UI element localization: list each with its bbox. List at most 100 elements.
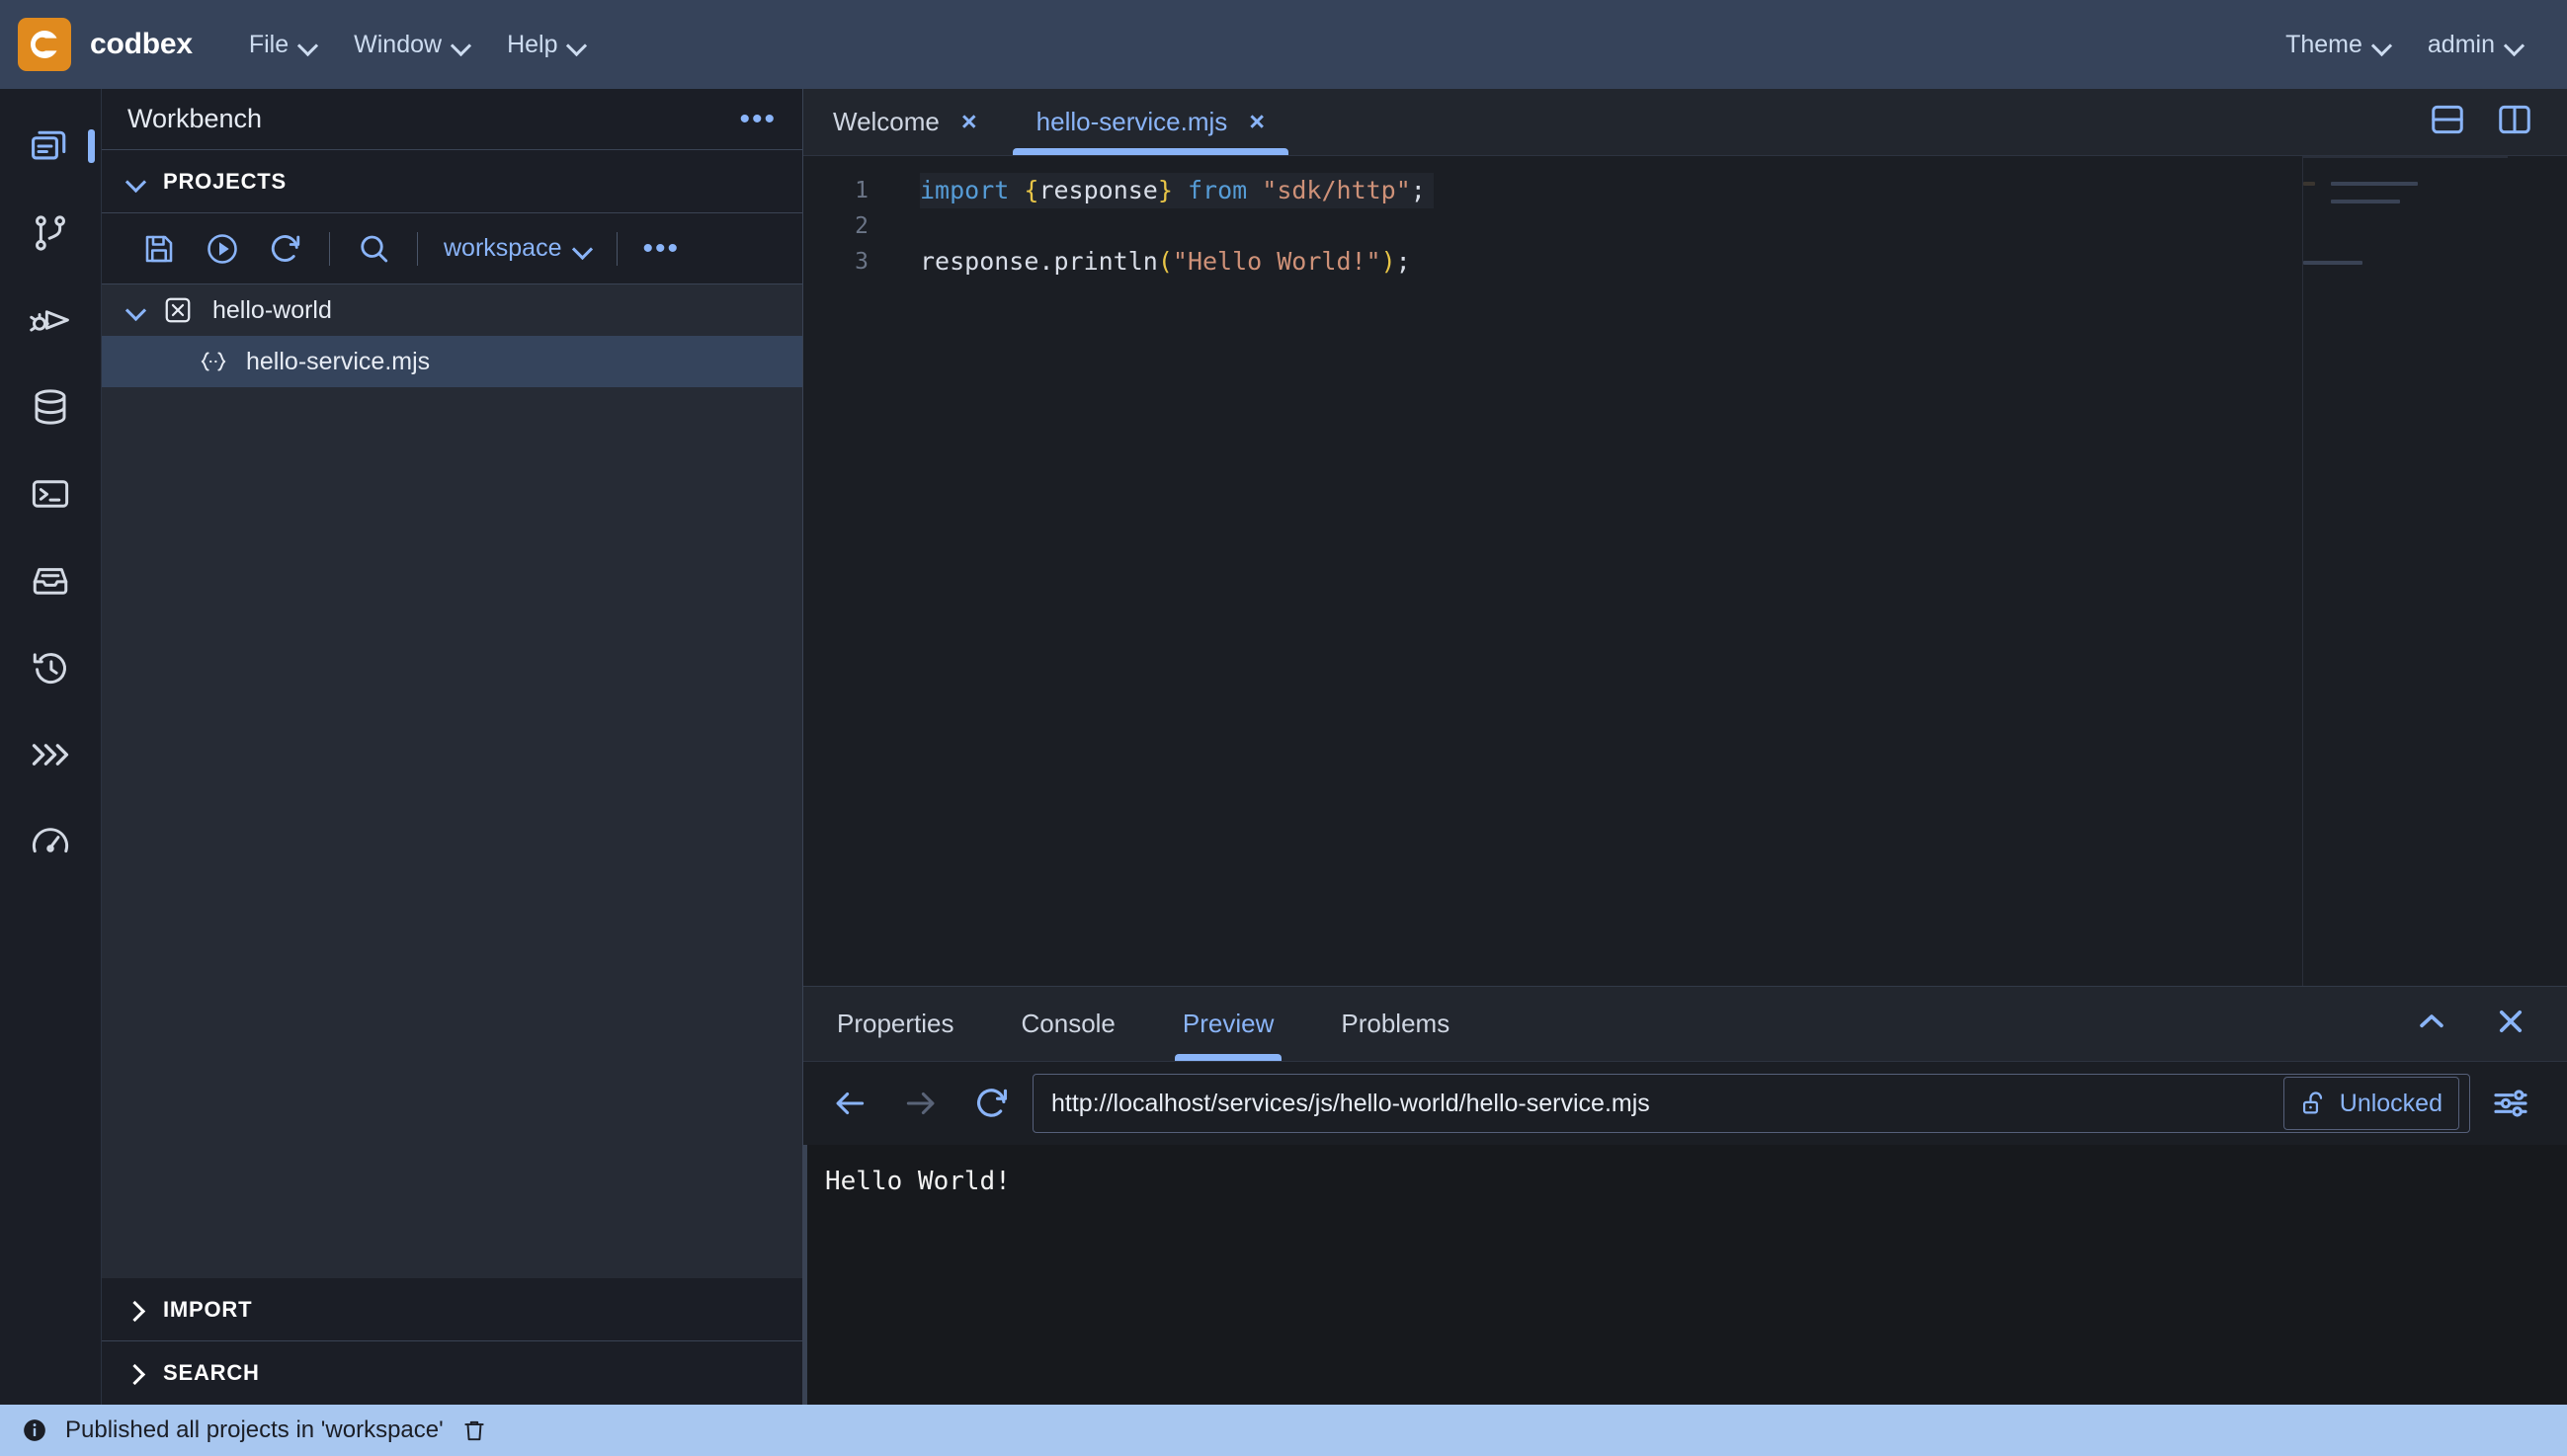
preview-forward-button[interactable] [890, 1073, 952, 1134]
top-menu-bar: codbex File Window Help Theme admin [0, 0, 2567, 89]
split-horizontal-icon [2432, 105, 2463, 134]
keyword-from: from [1187, 176, 1248, 204]
menu-theme-label: Theme [2285, 30, 2362, 58]
tab-properties[interactable]: Properties [803, 987, 988, 1061]
keyword-import: import [920, 176, 1010, 204]
debugger-icon [30, 310, 69, 332]
code-editor[interactable]: 1 2 3 import {response} from "sdk/http";… [803, 156, 2567, 986]
workspace-dropdown[interactable]: workspace [430, 234, 605, 263]
rail-active-marker [87, 129, 95, 163]
menu-file-label: File [248, 30, 290, 58]
minimap-slider[interactable] [2303, 156, 2508, 158]
project-tree: hello-world hello-service.mjs [102, 284, 802, 1278]
publish-icon [207, 233, 237, 264]
database-icon [35, 389, 66, 425]
panel-more-icon[interactable]: ••• [739, 104, 777, 134]
js-file-icon [199, 349, 228, 374]
chevron-down-icon [2506, 37, 2523, 53]
migrations-icon [32, 744, 69, 766]
editor-minimap[interactable] [2302, 156, 2567, 986]
tab-hello-service[interactable]: hello-service.mjs × [1007, 89, 1294, 155]
menu-window[interactable]: Window [335, 21, 488, 69]
application-window: codbex File Window Help Theme admin Work… [0, 0, 2567, 1456]
split-horizontal-button[interactable] [2429, 101, 2466, 143]
chevron-down-icon[interactable] [127, 302, 143, 318]
editor-area: Welcome × hello-service.mjs × 1 2 3 impo… [803, 89, 2567, 986]
search-button[interactable] [342, 221, 405, 277]
tab-console-label: Console [1021, 1009, 1116, 1038]
tree-row-project[interactable]: hello-world [102, 284, 802, 336]
rail-item-dashboard[interactable] [0, 798, 102, 885]
workspace-dropdown-label: workspace [444, 234, 562, 262]
chevron-down-icon [299, 37, 316, 53]
info-icon-glyph [24, 1419, 45, 1441]
preview-url-input[interactable]: http://localhost/services/js/hello-world… [1033, 1074, 2470, 1133]
section-projects[interactable]: PROJECTS [102, 150, 802, 213]
collapse-panel-button[interactable] [2415, 1005, 2448, 1043]
menu-help-label: Help [507, 30, 558, 58]
refresh-icon [271, 234, 300, 262]
line-number-gutter: 1 2 3 [803, 156, 886, 986]
project-icon [163, 295, 193, 325]
menu-user-admin[interactable]: admin [2409, 21, 2541, 69]
section-import-label: IMPORT [163, 1296, 253, 1322]
collapse-up-icon [2420, 1014, 2443, 1028]
save-icon [145, 235, 173, 262]
section-projects-label: PROJECTS [163, 168, 287, 194]
preview-lock-button[interactable]: Unlocked [2282, 1077, 2459, 1130]
chevron-down-icon [453, 37, 469, 53]
tab-problems-label: Problems [1341, 1009, 1450, 1038]
workbench-icon [32, 130, 66, 160]
activity-rail [0, 89, 102, 1405]
object-call: response.println [920, 247, 1158, 276]
menu-theme[interactable]: Theme [2267, 21, 2409, 69]
menu-file[interactable]: File [230, 21, 335, 69]
section-search[interactable]: SEARCH [102, 1341, 802, 1405]
minimap-line [2331, 182, 2418, 186]
history-icon [33, 653, 66, 685]
publish-button[interactable] [191, 221, 254, 277]
line-number: 3 [855, 249, 869, 275]
toolbar-separator [417, 231, 418, 266]
rail-item-database[interactable] [0, 364, 102, 450]
close-panel-button[interactable] [2494, 1005, 2527, 1043]
reload-icon [977, 1089, 1008, 1117]
rail-item-terminal[interactable] [0, 450, 102, 537]
close-icon[interactable]: × [961, 109, 977, 135]
rail-item-migrations[interactable] [0, 711, 102, 798]
editor-tab-actions [2429, 89, 2567, 155]
refresh-button[interactable] [254, 221, 317, 277]
projects-more-icon[interactable]: ••• [629, 233, 695, 264]
preview-back-button[interactable] [819, 1073, 880, 1134]
tab-problems[interactable]: Problems [1307, 987, 1483, 1061]
tab-console[interactable]: Console [988, 987, 1149, 1061]
semicolon: ; [1395, 247, 1411, 276]
panel-title: Workbench [127, 104, 263, 133]
rail-item-git[interactable] [0, 190, 102, 277]
chevron-right-icon [127, 1365, 143, 1381]
rail-item-history[interactable] [0, 624, 102, 711]
tree-row-file[interactable]: hello-service.mjs [102, 336, 802, 387]
tab-preview[interactable]: Preview [1149, 987, 1307, 1061]
codbex-logo-icon[interactable] [18, 18, 71, 71]
minimap-line [2331, 200, 2400, 203]
chevron-right-icon [127, 1302, 143, 1318]
preview-url-bar: http://localhost/services/js/hello-world… [803, 1062, 2567, 1145]
trash-icon [464, 1420, 484, 1441]
preview-settings-button[interactable] [2480, 1073, 2541, 1134]
split-vertical-button[interactable] [2496, 101, 2533, 143]
rail-item-repository[interactable] [0, 537, 102, 624]
left-panel-header: Workbench ••• [102, 89, 802, 150]
menu-user-label: admin [2427, 30, 2495, 58]
rail-item-debugger[interactable] [0, 277, 102, 364]
code-line-1: import {response} from "sdk/http"; [920, 173, 1434, 208]
line-number: 1 [855, 178, 869, 203]
clear-status-button[interactable] [461, 1417, 487, 1443]
tab-welcome[interactable]: Welcome × [803, 89, 1007, 155]
menu-help[interactable]: Help [488, 21, 604, 69]
preview-reload-button[interactable] [961, 1073, 1023, 1134]
rail-item-workbench[interactable] [0, 103, 102, 190]
close-icon[interactable]: × [1249, 109, 1265, 135]
section-import[interactable]: IMPORT [102, 1278, 802, 1341]
save-button[interactable] [127, 221, 191, 277]
